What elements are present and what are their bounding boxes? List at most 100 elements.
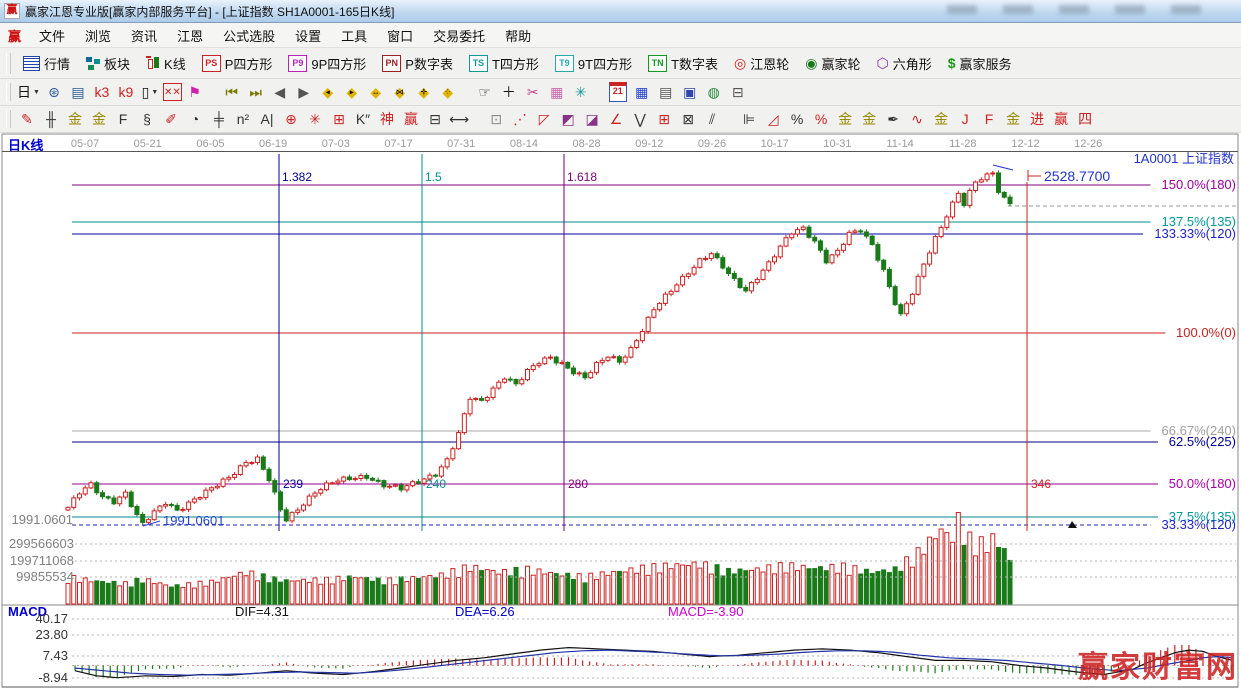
menu-item-6[interactable]: 工具 — [331, 24, 377, 47]
win-angle-icon[interactable]: 赢 — [1050, 108, 1072, 130]
menu-item-0[interactable]: 文件 — [29, 24, 75, 47]
fan-lines-icon[interactable]: ⋰ — [509, 108, 531, 130]
toolbar-drag-handle[interactable] — [6, 83, 11, 101]
calendar-21-icon[interactable]: 21 — [607, 81, 629, 103]
p-table-button[interactable]: PNP数字表 — [374, 51, 461, 76]
gann-net-icon[interactable]: ⊛ — [43, 81, 65, 103]
price-table-icon[interactable]: ⊫ — [738, 108, 760, 130]
candle-style-dropdown[interactable]: ▯▼ — [139, 81, 161, 103]
menu-item-3[interactable]: 江恩 — [167, 24, 213, 47]
menu-item-1[interactable]: 浏览 — [75, 24, 121, 47]
scale-left-icon[interactable]: ◆◂ — [317, 81, 339, 103]
t-table-button[interactable]: TNT数字表 — [640, 51, 726, 76]
angle-ruler-icon[interactable]: ✂ — [522, 81, 544, 103]
number-grid-icon[interactable]: ⊟ — [424, 108, 446, 130]
pen3-tool-icon[interactable]: ✒ — [882, 108, 904, 130]
compress-icon[interactable]: ◆⋈ — [389, 81, 411, 103]
gold-circle-icon[interactable]: 金 — [834, 108, 856, 130]
delete-lines-icon[interactable]: ✕✕ — [163, 83, 182, 101]
mirror-text-icon[interactable]: A| — [256, 108, 278, 130]
time-cycle-icon[interactable]: ◔ — [184, 108, 206, 130]
line-grid-icon[interactable]: ╪ — [208, 108, 230, 130]
f-angle-icon[interactable]: F — [978, 108, 1000, 130]
n-square-icon[interactable]: n² — [232, 108, 254, 130]
gann-wheel-button[interactable]: ◎江恩轮 — [726, 51, 797, 76]
parallel-lines-icon[interactable]: ⫽ — [701, 108, 723, 130]
9p-square-button[interactable]: P99P四方形 — [280, 51, 374, 76]
hexagon-button[interactable]: ⬡六角形 — [869, 51, 940, 76]
network-icon[interactable]: ◍ — [703, 81, 725, 103]
hand-tool-icon[interactable]: ☞ — [474, 81, 496, 103]
dark-grid-icon[interactable]: ⊠ — [677, 108, 699, 130]
period-daily-dropdown[interactable]: 日▼ — [16, 81, 41, 103]
p-square-button[interactable]: PSP四方形 — [194, 51, 281, 76]
menu-item-7[interactable]: 窗口 — [377, 24, 423, 47]
f-grid-icon[interactable]: F — [112, 108, 134, 130]
k-lines-icon[interactable]: K″ — [352, 108, 374, 130]
star-grid-icon[interactable]: ✳ — [304, 108, 326, 130]
menu-item-4[interactable]: 公式选股 — [213, 24, 285, 47]
next-page-button[interactable]: ▶ — [293, 81, 315, 103]
jin-angle-icon[interactable]: 进 — [1026, 108, 1048, 130]
calculator-icon[interactable]: ▦ — [631, 81, 653, 103]
gold-grid2-icon[interactable]: 金 — [88, 108, 110, 130]
winner-wheel-button[interactable]: ◉赢家轮 — [797, 51, 868, 76]
wave-band-icon[interactable]: ∿ — [906, 108, 928, 130]
9t-square-button[interactable]: T99T四方形 — [547, 51, 640, 76]
si-angle-icon[interactable]: 四 — [1074, 108, 1096, 130]
angle-line-icon[interactable]: ∠ — [605, 108, 627, 130]
percent-icon[interactable]: % — [786, 108, 808, 130]
print-icon[interactable]: ⊟ — [727, 81, 749, 103]
sector-button[interactable]: 板块 — [78, 51, 138, 76]
shen-tool-icon[interactable]: 神 — [376, 108, 398, 130]
quote-button[interactable]: 行情 — [15, 51, 78, 76]
chart-area[interactable]: 05-0705-2106-0506-1907-0307-1707-3108-14… — [0, 133, 1241, 690]
triangle-fan-icon[interactable]: ◸ — [533, 108, 555, 130]
gold-angle2-icon[interactable]: 金 — [1002, 108, 1024, 130]
kline-chart-svg[interactable]: 05-0705-2106-0506-1907-0307-1707-3108-14… — [0, 133, 1241, 690]
measure-icon[interactable]: ▦ — [546, 81, 568, 103]
menu-item-5[interactable]: 设置 — [285, 24, 331, 47]
win-tool-icon[interactable]: 赢 — [400, 108, 422, 130]
red-grid-icon[interactable]: ⊞ — [653, 108, 675, 130]
menu-item-8[interactable]: 交易委托 — [423, 24, 495, 47]
notes-icon[interactable]: ▤ — [655, 81, 677, 103]
percent-triangle-icon[interactable]: ◿ — [762, 108, 784, 130]
info-panel-icon[interactable]: ▤ — [67, 81, 89, 103]
shaded-box-icon[interactable]: ◩ — [557, 108, 579, 130]
smart-brain-icon[interactable]: ✳ — [570, 81, 592, 103]
menu-item-9[interactable]: 帮助 — [495, 24, 541, 47]
winner-service-button[interactable]: $赢家服务 — [940, 51, 1020, 76]
gold-grid-icon[interactable]: 金 — [64, 108, 86, 130]
crosshair-icon[interactable]: ＋ — [498, 81, 520, 103]
percent-line-icon[interactable]: % — [810, 108, 832, 130]
pen-tool-icon[interactable]: ✎ — [16, 108, 38, 130]
kline-3-icon[interactable]: k3 — [91, 81, 113, 103]
gold-angle-icon[interactable]: 金 — [930, 108, 952, 130]
first-page-button[interactable]: ⏮ — [221, 81, 243, 103]
spiral-icon[interactable]: § — [136, 108, 158, 130]
spiral-box-icon[interactable]: ◪ — [581, 108, 603, 130]
expand-icon[interactable]: ◆✛ — [413, 81, 435, 103]
kline-button[interactable]: K线 — [138, 51, 194, 76]
t-square-button[interactable]: TST四方形 — [461, 51, 547, 76]
last-page-button[interactable]: ⏭ — [245, 81, 267, 103]
kline-9-icon[interactable]: k9 — [115, 81, 137, 103]
toolbar-drag-handle[interactable] — [6, 110, 11, 128]
gold-level-icon[interactable]: 金 — [858, 108, 880, 130]
flag-icon[interactable]: ⚑ — [184, 81, 206, 103]
save-icon[interactable]: ▣ — [679, 81, 701, 103]
box-tool-icon[interactable]: ⊡ — [485, 108, 507, 130]
scale-h-icon[interactable]: ◆↔ — [365, 81, 387, 103]
scale-right-icon[interactable]: ◆▸ — [341, 81, 363, 103]
j-angle-icon[interactable]: J — [954, 108, 976, 130]
prev-page-button[interactable]: ◀ — [269, 81, 291, 103]
expand-grid-icon[interactable]: ◆⁘ — [437, 81, 459, 103]
square-grid-icon[interactable]: ⊞ — [328, 108, 350, 130]
toolbar-drag-handle[interactable] — [6, 53, 11, 74]
pen2-tool-icon[interactable]: ✐ — [160, 108, 182, 130]
menu-item-2[interactable]: 资讯 — [121, 24, 167, 47]
grid-lines-icon[interactable]: ╫ — [40, 108, 62, 130]
candlestick-series[interactable] — [66, 170, 1012, 524]
span-arrow-icon[interactable]: ⟷ — [448, 108, 470, 130]
